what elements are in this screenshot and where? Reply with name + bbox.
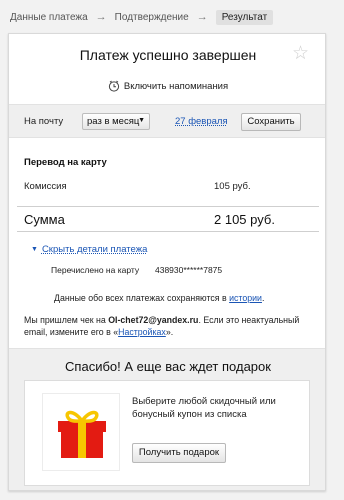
breadcrumb-step-details[interactable]: Данные платежа: [10, 12, 88, 23]
breadcrumb-step-result: Результат: [215, 9, 274, 25]
transfer-type-label: Перевод на карту: [24, 157, 107, 168]
save-button[interactable]: Сохранить: [241, 113, 301, 131]
email-note: Мы пришлем чек на OI-chet72@yandex.ru. Е…: [24, 314, 319, 338]
dropdown-arrow-icon: ▼: [138, 117, 145, 124]
clock-icon: [108, 80, 119, 92]
breadcrumb: Данные платежа → Подтверждение → Результ…: [10, 8, 274, 26]
gift-title: Спасибо! А еще вас ждет подарок: [65, 359, 271, 374]
history-note-text: Данные обо всех платежах сохраняются в: [54, 293, 230, 303]
reminder-date-link[interactable]: 27 февраля: [175, 116, 228, 127]
enable-reminders-link[interactable]: Включить напоминания: [9, 80, 325, 92]
hide-details-label: Скрыть детали платежа: [41, 244, 148, 255]
settings-link[interactable]: Настройках: [118, 327, 166, 337]
payment-result-card: Платеж успешно завершен ☆ Включить напом…: [8, 33, 326, 491]
card-number: 438930******7875: [155, 265, 223, 275]
page-title: Платеж успешно завершен: [79, 47, 257, 63]
total-value: 2 105 руб.: [214, 212, 275, 227]
star-icon[interactable]: ☆: [292, 44, 309, 63]
history-note-end: .: [261, 293, 265, 303]
email-note-before: Мы пришлем чек на: [24, 315, 109, 325]
breadcrumb-arrow-icon: →: [196, 11, 208, 23]
collapse-triangle-icon: ▼: [31, 246, 38, 253]
credited-label: Перечислено на карту: [51, 265, 140, 275]
email-note-after: ».: [165, 327, 174, 337]
gift-image: [42, 393, 120, 471]
history-note: Данные обо всех платежах сохраняются в и…: [54, 293, 264, 303]
history-link[interactable]: истории: [229, 293, 262, 303]
breadcrumb-arrow-icon: →: [95, 11, 107, 23]
reminder-settings: На почту раз в месяц ▼ 27 февраля Сохран…: [9, 104, 325, 138]
get-gift-button[interactable]: Получить подарок: [132, 443, 226, 463]
enable-reminders-label: Включить напоминания: [123, 80, 229, 92]
period-select-value: раз в месяц: [87, 116, 140, 127]
receipt-email: OI-chet72@yandex.ru: [108, 315, 199, 325]
reminder-target-label: На почту: [24, 116, 64, 127]
hide-details-link[interactable]: ▼ Скрыть детали платежа: [31, 244, 147, 255]
gift-box-icon: [58, 410, 106, 458]
breadcrumb-step-confirmation[interactable]: Подтверждение: [115, 12, 189, 23]
gift-section: Спасибо! А еще вас ждет подарок Выберите…: [9, 348, 325, 490]
fee-label: Комиссия: [24, 181, 67, 192]
fee-value: 105 руб.: [214, 181, 251, 192]
gift-offer-box: Выберите любой скидочный или бонусный ку…: [24, 380, 310, 486]
total-row: Сумма 2 105 руб.: [17, 206, 319, 232]
gift-description: Выберите любой скидочный или бонусный ку…: [132, 396, 276, 420]
period-select[interactable]: раз в месяц ▼: [82, 113, 150, 130]
total-label: Сумма: [24, 212, 65, 227]
